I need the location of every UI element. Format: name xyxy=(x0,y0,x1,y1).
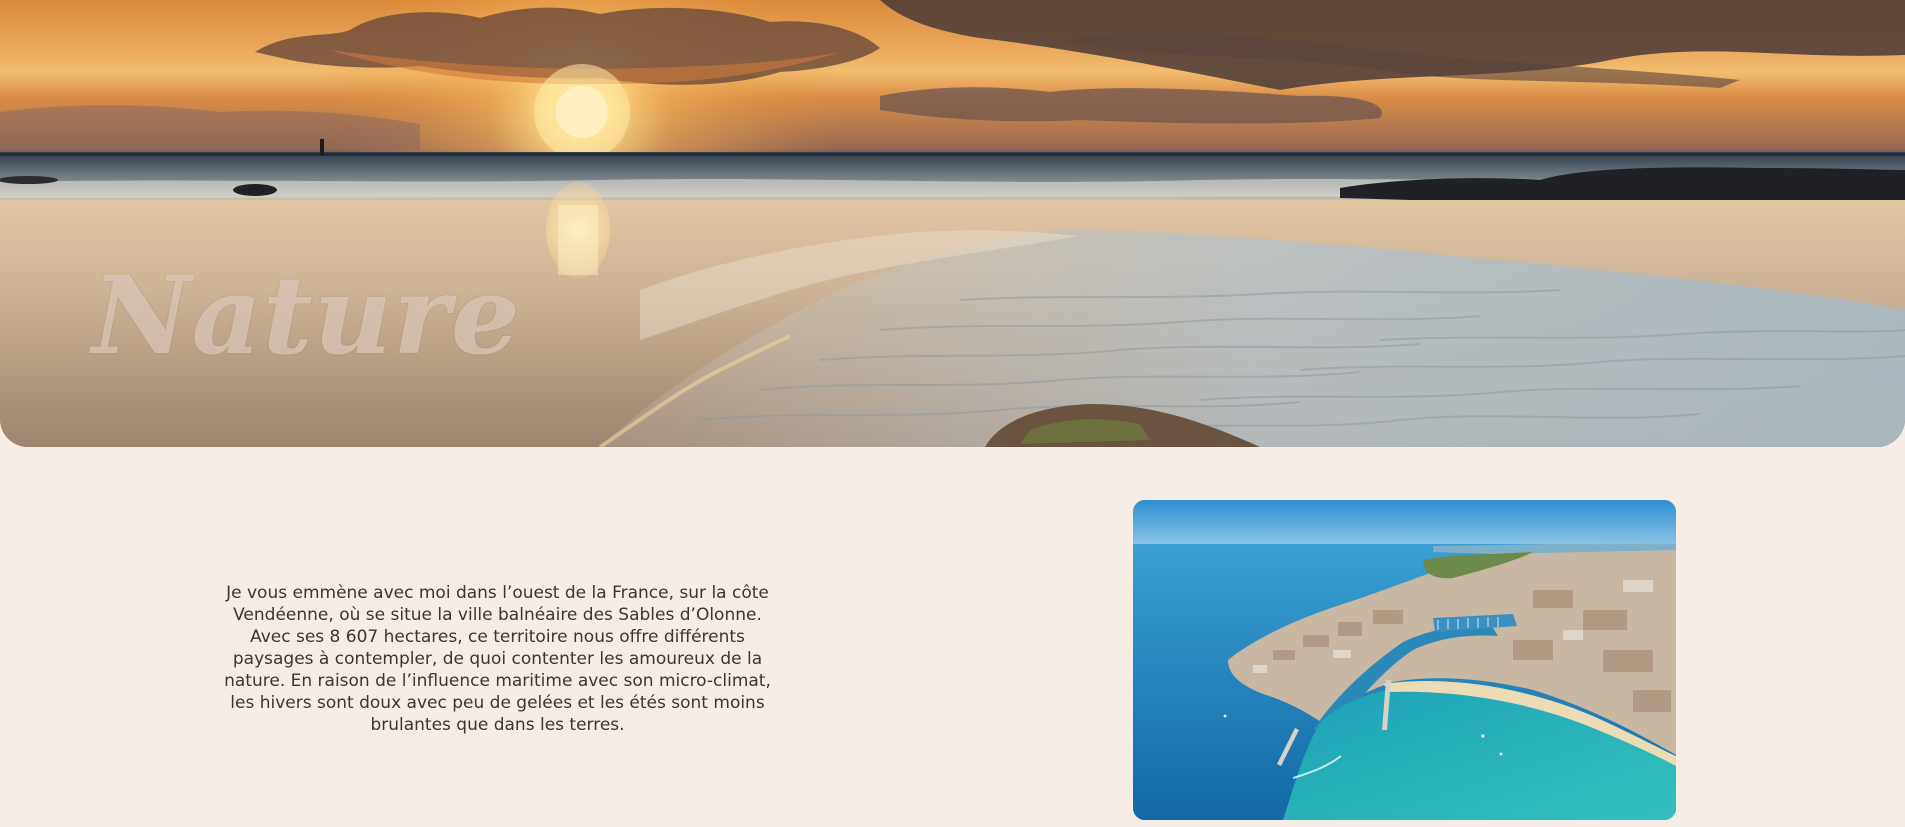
aerial-coast-illustration xyxy=(1133,500,1676,820)
beach-sunset-image xyxy=(0,0,1905,447)
hero-banner: Nature xyxy=(0,0,1905,447)
intro-paragraph: Je vous emmène avec moi dans l’ouest de … xyxy=(224,583,771,735)
hero-title: Nature xyxy=(92,253,521,379)
aerial-coast-image xyxy=(1133,500,1676,820)
